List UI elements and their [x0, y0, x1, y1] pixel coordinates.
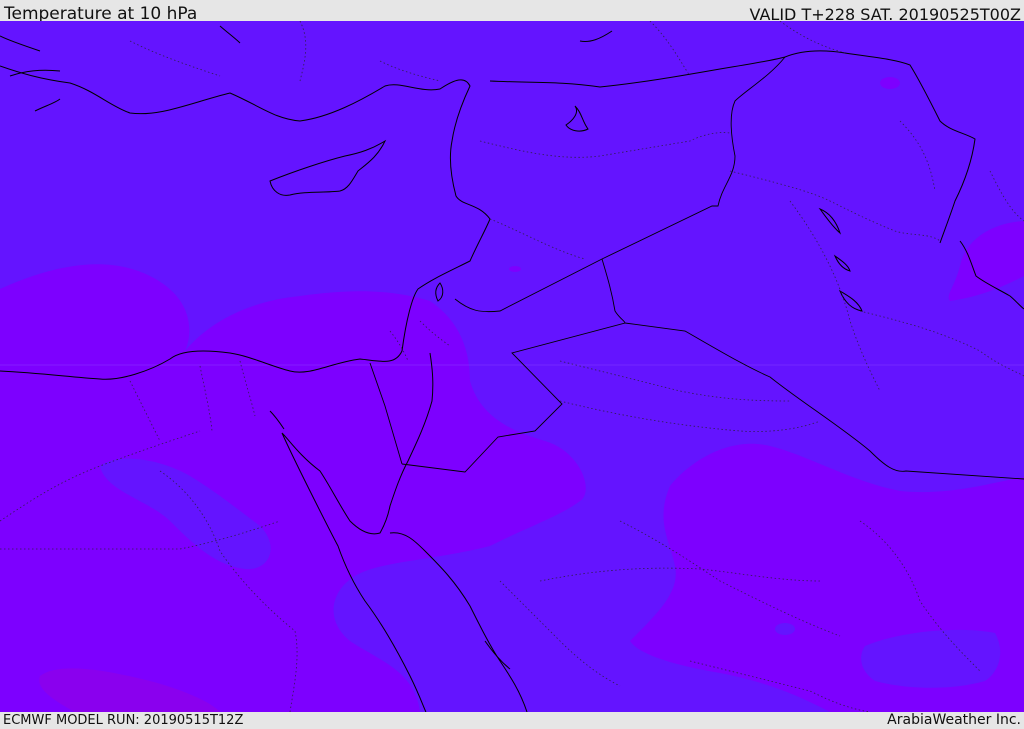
- credit: ArabiaWeather Inc.: [887, 712, 1021, 728]
- warm-spot-syria: [509, 266, 521, 272]
- cooler-spot-southeast: [775, 623, 795, 635]
- footer-bar: ECMWF MODEL RUN: 20190515T12Z ArabiaWeat…: [0, 712, 1024, 729]
- model-run: ECMWF MODEL RUN: 20190515T12Z: [3, 713, 244, 728]
- weather-map[interactable]: [0, 21, 1024, 712]
- map-canvas: [0, 21, 1024, 712]
- warm-spot-northeast: [880, 77, 900, 89]
- header-bar: Temperature at 10 hPa VALID T+228 SAT. 2…: [0, 0, 1024, 24]
